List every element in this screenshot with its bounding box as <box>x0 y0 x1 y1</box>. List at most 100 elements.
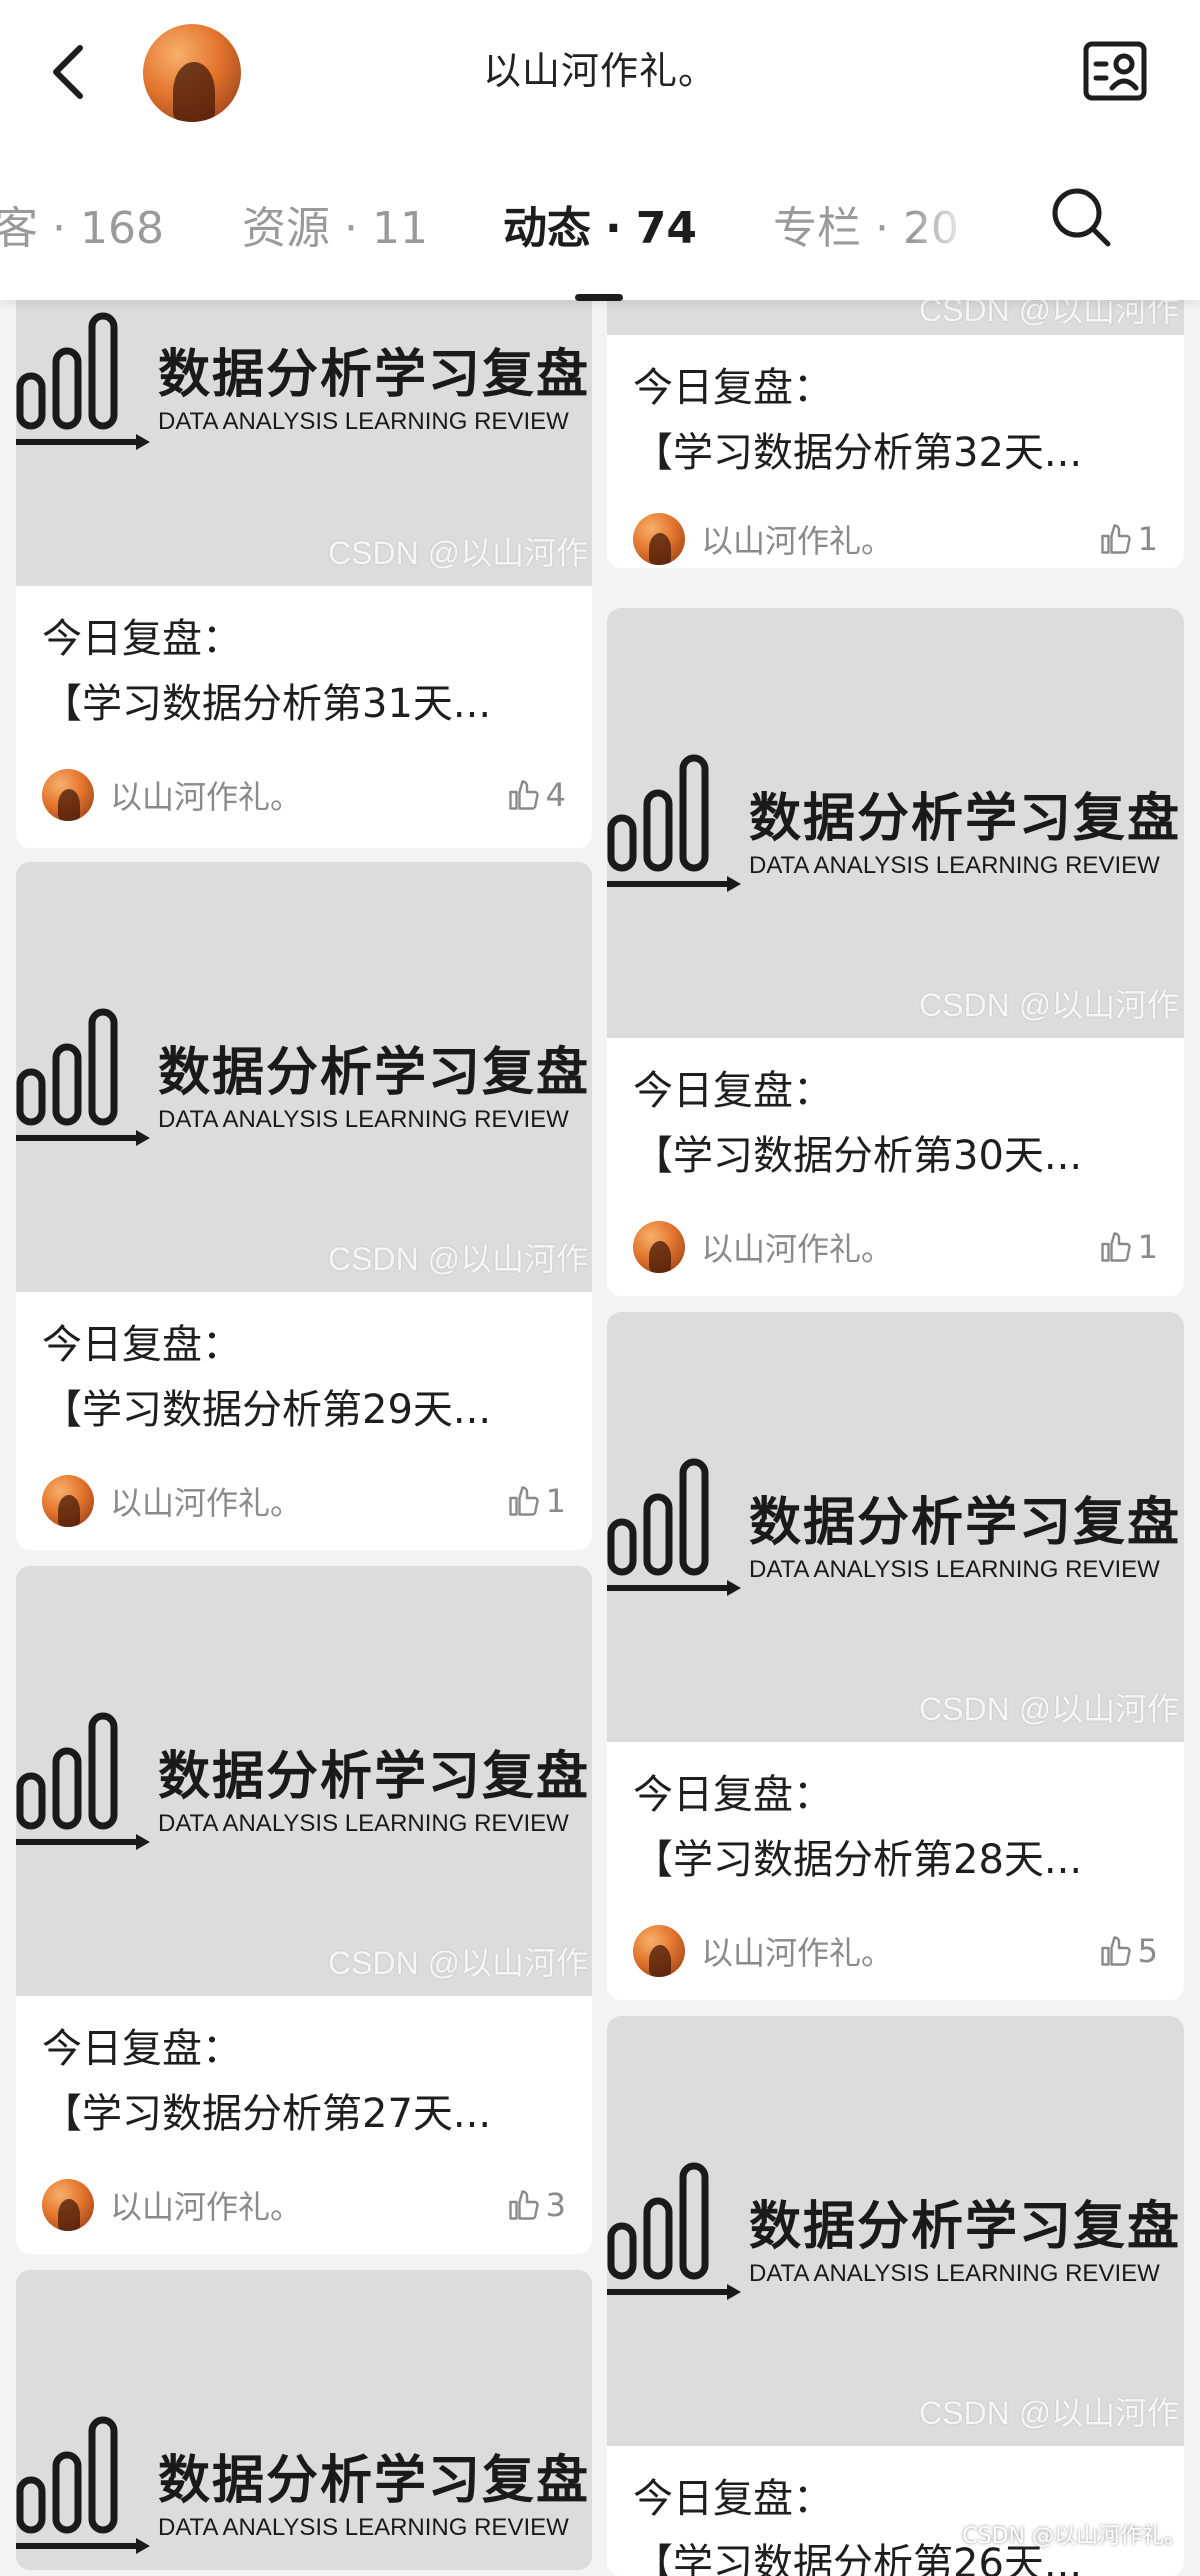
thumbnail-watermark: CSDN @以山河作 <box>919 2395 1180 2431</box>
post-title-line1: 今日复盘： <box>42 616 242 662</box>
tab-count: 168 <box>80 203 164 254</box>
like-button[interactable]: 5 <box>1098 1924 1158 1978</box>
post-title-line2: 【学习数据分析第31天... <box>42 681 492 727</box>
post-title-line1: 今日复盘： <box>633 365 833 411</box>
post-card[interactable]: 数据分析学习复盘 DATA ANALYSIS LEARNING REVIEW C… <box>607 608 1184 1296</box>
thumbs-up-icon <box>508 780 539 810</box>
thumbnail-watermark: CSDN @以山河作 <box>919 987 1180 1023</box>
like-count: 1 <box>1137 1228 1158 1266</box>
profile-tabs: 客 · 168 资源 · 11 动态 · 74 专栏 · 20 <box>0 170 1200 301</box>
thumbnail-title-cn: 数据分析学习复盘 <box>158 1043 591 1103</box>
thumbnail-title-cn: 数据分析学习复盘 <box>158 345 591 405</box>
page-title: 以山河作礼。 <box>482 49 717 93</box>
chart-logo-icon <box>16 2416 150 2554</box>
avatar <box>633 1221 685 1273</box>
chart-logo-icon <box>16 1008 150 1146</box>
tab-blog[interactable]: 客 · 168 <box>0 192 164 256</box>
avatar[interactable] <box>143 24 241 122</box>
thumbnail-title-cn: 数据分析学习复盘 <box>158 2451 591 2511</box>
post-thumbnail: 数据分析学习复盘 DATA ANALYSIS LEARNING REVIEW C… <box>16 862 592 1292</box>
like-count: 4 <box>545 776 566 814</box>
post-feed: 数据分析学习复盘 DATA ANALYSIS LEARNING REVIEW C… <box>0 0 1200 2576</box>
back-button[interactable] <box>44 36 96 108</box>
post-thumbnail: 数据分析学习复盘 DATA ANALYSIS LEARNING REVIEW C… <box>607 1312 1184 1742</box>
thumbs-up-icon <box>1100 1936 1131 1966</box>
post-card[interactable]: 数据分析学习复盘 DATA ANALYSIS LEARNING REVIEW C… <box>16 1566 592 2254</box>
tab-separator: · <box>605 203 622 254</box>
post-card[interactable]: 数据分析学习复盘 DATA ANALYSIS LEARNING REVIEW C… <box>607 1312 1184 2000</box>
post-author[interactable]: 以山河作礼。 <box>42 768 302 822</box>
thumbnail-title-en: DATA ANALYSIS LEARNING REVIEW <box>158 2514 569 2541</box>
like-button[interactable]: 1 <box>1098 1220 1158 1274</box>
search-button[interactable] <box>1048 184 1114 250</box>
thumbnail-title-en: DATA ANALYSIS LEARNING REVIEW <box>158 408 569 435</box>
post-title-line2: 【学习数据分析第32天... <box>633 430 1083 476</box>
post-author[interactable]: 以山河作礼。 <box>42 2178 302 2232</box>
post-thumbnail: 数据分析学习复盘 DATA ANALYSIS LEARNING REVIEW C… <box>607 608 1184 1038</box>
post-title-line1: 今日复盘： <box>42 2026 242 2072</box>
post-title-line1: 今日复盘： <box>633 1772 833 1818</box>
contact-card-button[interactable] <box>1082 40 1148 102</box>
like-count: 3 <box>545 2186 566 2224</box>
post-card[interactable]: 数据分析学习复盘 DATA ANALYSIS LEARNING REVIEW C… <box>607 2016 1184 2576</box>
tab-resources[interactable]: 资源 · 11 <box>242 192 428 256</box>
chart-logo-icon <box>16 1712 150 1850</box>
avatar <box>42 1475 94 1527</box>
post-title-line2: 【学习数据分析第28天... <box>633 1837 1083 1883</box>
chart-logo-icon <box>16 312 150 450</box>
like-button[interactable]: 1 <box>506 1474 566 1528</box>
post-title-line2: 【学习数据分析第29天... <box>42 1387 492 1433</box>
tab-separator: · <box>875 203 889 254</box>
thumbs-up-icon <box>508 1486 539 1516</box>
tab-label: 客 <box>0 203 38 254</box>
post-author[interactable]: 以山河作礼。 <box>42 1474 302 1528</box>
post-title-line2: 【学习数据分析第27天... <box>42 2091 492 2137</box>
thumbs-up-icon <box>508 2190 539 2220</box>
post-author[interactable]: 以山河作礼。 <box>633 512 893 566</box>
tab-separator: · <box>52 203 66 254</box>
chart-logo-icon <box>607 754 741 892</box>
thumbnail-title-cn: 数据分析学习复盘 <box>158 1747 591 1807</box>
tab-columns[interactable]: 专栏 · 20 <box>773 192 973 256</box>
post-card[interactable]: 数据分析学习复盘 DATA ANALYSIS LEARNING REVIEW <box>16 2270 592 2570</box>
thumbnail-title-en: DATA ANALYSIS LEARNING REVIEW <box>158 1810 569 1837</box>
author-name: 以山河作礼。 <box>701 1230 894 1268</box>
chart-logo-icon <box>607 1458 741 1596</box>
thumbnail-watermark: CSDN @以山河作 <box>919 1691 1180 1727</box>
like-count: 1 <box>545 1482 566 1520</box>
like-button[interactable]: 4 <box>506 768 566 822</box>
search-icon <box>1052 188 1111 247</box>
thumbnail-watermark: CSDN @以山河作 <box>328 535 589 571</box>
like-count: 5 <box>1137 1932 1158 1970</box>
author-name: 以山河作礼。 <box>110 1484 303 1522</box>
thumbnail-title-cn: 数据分析学习复盘 <box>749 2197 1182 2257</box>
post-title-line1: 今日复盘： <box>633 2476 833 2522</box>
avatar <box>42 2179 94 2231</box>
tab-label: 资源 <box>242 203 330 254</box>
thumbnail-title-cn: 数据分析学习复盘 <box>749 1493 1182 1553</box>
avatar <box>633 1925 685 1977</box>
thumbnail-title-en: DATA ANALYSIS LEARNING REVIEW <box>749 2260 1160 2287</box>
thumbnail-watermark: CSDN @以山河作 <box>328 1241 589 1277</box>
like-button[interactable]: 3 <box>506 2178 566 2232</box>
post-title-line1: 今日复盘： <box>42 1322 242 1368</box>
chart-logo-icon <box>607 2162 741 2300</box>
tab-label: 动态 <box>503 203 591 254</box>
avatar <box>42 769 94 821</box>
like-button[interactable]: 1 <box>1098 512 1158 566</box>
avatar <box>633 513 685 565</box>
post-author[interactable]: 以山河作礼。 <box>633 1220 893 1274</box>
thumbnail-title-cn: 数据分析学习复盘 <box>749 789 1182 849</box>
active-tab-indicator <box>575 294 623 301</box>
contact-card-icon <box>1083 41 1147 101</box>
thumbnail-title-en: DATA ANALYSIS LEARNING REVIEW <box>749 852 1160 879</box>
tab-label: 专栏 <box>773 203 861 254</box>
tab-activity[interactable]: 动态 · 74 <box>503 192 697 256</box>
profile-header: 以山河作礼。 客 · 168 资源 · 11 动态 · 74 专栏 · 20 <box>0 0 1200 301</box>
author-name: 以山河作礼。 <box>701 522 894 560</box>
post-thumbnail: 数据分析学习复盘 DATA ANALYSIS LEARNING REVIEW <box>16 2270 592 2570</box>
post-author[interactable]: 以山河作礼。 <box>633 1924 893 1978</box>
tab-count: 20 <box>903 203 959 254</box>
thumbs-up-icon <box>1100 1232 1131 1262</box>
post-card[interactable]: 数据分析学习复盘 DATA ANALYSIS LEARNING REVIEW C… <box>16 862 592 1550</box>
